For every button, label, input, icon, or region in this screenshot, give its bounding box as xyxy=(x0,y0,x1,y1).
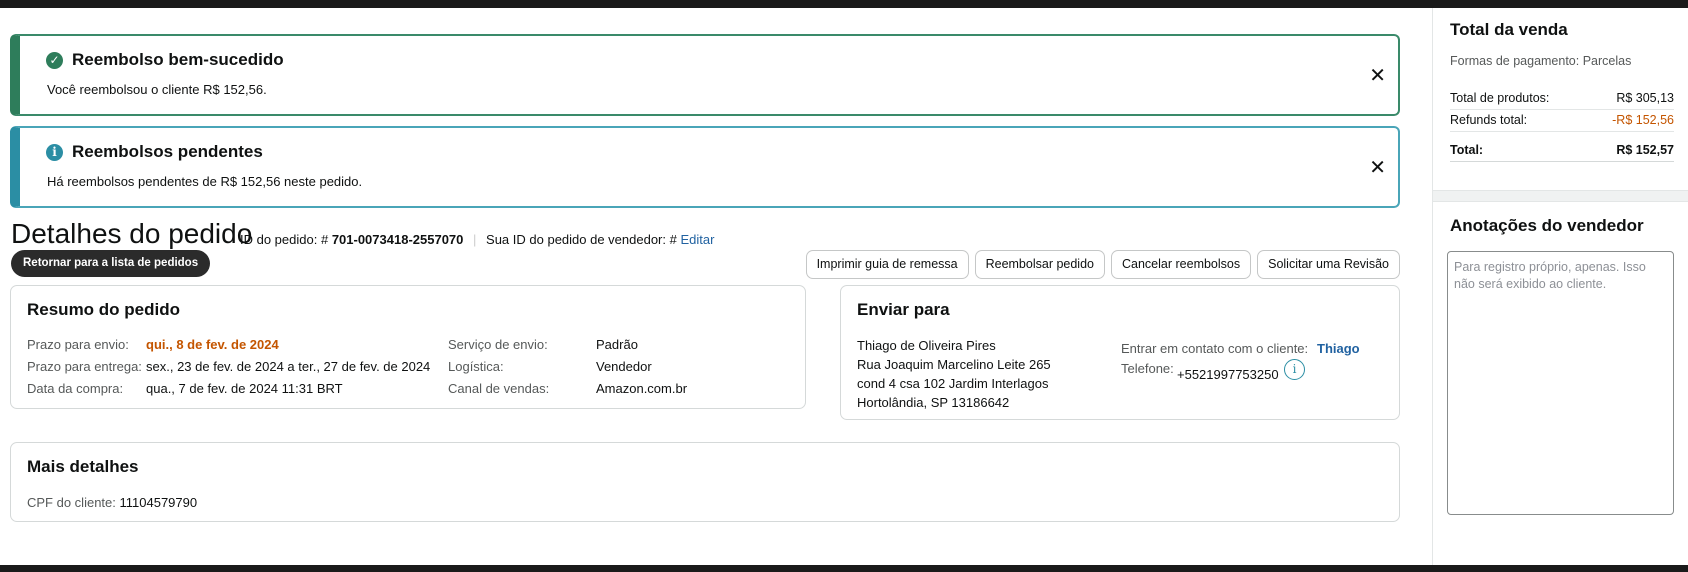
fulfillment-label: Logística: xyxy=(448,359,504,374)
row-value: -R$ 152,56 xyxy=(1612,113,1674,127)
info-icon: i xyxy=(46,144,63,161)
close-icon[interactable]: ✕ xyxy=(1369,63,1386,88)
back-to-orders-button[interactable]: Retornar para a lista de pedidos xyxy=(11,250,211,277)
alert-title: Reembolsos pendentes xyxy=(72,142,263,161)
cpf-label: CPF do cliente: xyxy=(27,495,116,510)
order-id-line: ID do pedido: # 701-0073418-2557070 | Su… xyxy=(240,232,714,247)
refund-order-button[interactable]: Reembolsar pedido xyxy=(974,250,1105,279)
shipping-address: Thiago de Oliveira Pires Rua Joaquim Mar… xyxy=(857,336,1051,412)
deliver-by-label: Prazo para entrega: xyxy=(27,359,142,374)
row-label: Refunds total: xyxy=(1450,113,1528,127)
row-label: Total: xyxy=(1450,143,1484,157)
alert-title: Reembolso bem-sucedido xyxy=(72,50,284,69)
seller-notes-title: Anotações do vendedor xyxy=(1450,216,1644,235)
shipping-service-label: Serviço de envio: xyxy=(448,337,548,352)
row-value: R$ 152,57 xyxy=(1616,143,1674,157)
card-title: Resumo do pedido xyxy=(27,300,180,319)
address-line: cond 4 csa 102 Jardim Interlagos xyxy=(857,376,1049,391)
address-line: Rua Joaquim Marcelino Leite 265 xyxy=(857,357,1051,372)
edit-link[interactable]: Editar xyxy=(680,232,714,247)
refund-success-alert: ✓ Reembolso bem-sucedido Você reembolsou… xyxy=(10,34,1400,116)
shipping-service-value: Padrão xyxy=(596,337,638,352)
payment-methods: Formas de pagamento: Parcelas xyxy=(1450,54,1632,68)
refund-pending-alert: i Reembolsos pendentes Há reembolsos pen… xyxy=(10,126,1400,208)
products-total-row: Total de produtos: R$ 305,13 xyxy=(1450,91,1674,110)
more-details-card: Mais detalhes CPF do cliente: 1110457979… xyxy=(10,442,1400,522)
order-id-label: ID do pedido: # xyxy=(240,232,329,247)
sidebar: Total da venda Formas de pagamento: Parc… xyxy=(1432,8,1688,565)
sale-total-title: Total da venda xyxy=(1450,20,1568,39)
ship-by-value: qui., 8 de fev. de 2024 xyxy=(146,337,279,352)
contact-buyer-label: Entrar em contato com o cliente: xyxy=(1121,341,1309,356)
contact-buyer-link[interactable]: Thiago xyxy=(1317,341,1360,356)
alert-body: Você reembolsou o cliente R$ 152,56. xyxy=(47,82,267,97)
order-actions: Imprimir guia de remessa Reembolsar pedi… xyxy=(805,250,1400,279)
phone-number: +5521997753250 xyxy=(1177,367,1279,382)
ship-by-label: Prazo para envio: xyxy=(27,337,129,352)
purchase-date-value: qua., 7 de fev. de 2024 11:31 BRT xyxy=(146,381,343,396)
order-summary-card: Resumo do pedido Prazo para envio: qui.,… xyxy=(10,285,806,409)
address-line: Hortolândia, SP 13186642 xyxy=(857,395,1010,410)
request-review-button[interactable]: Solicitar uma Revisão xyxy=(1257,250,1400,279)
print-packing-slip-button[interactable]: Imprimir guia de remessa xyxy=(805,250,969,279)
row-label: Total de produtos: xyxy=(1450,91,1550,105)
seller-notes-textarea[interactable] xyxy=(1447,251,1674,515)
info-icon[interactable]: i xyxy=(1284,359,1305,380)
page: ✓ Reembolso bem-sucedido Você reembolsou… xyxy=(0,8,1688,565)
cpf-value: 11104579790 xyxy=(119,495,198,510)
main-content: ✓ Reembolso bem-sucedido Você reembolsou… xyxy=(0,8,1432,565)
cancel-refunds-button[interactable]: Cancelar reembolsos xyxy=(1111,250,1252,279)
card-title: Enviar para xyxy=(857,300,950,319)
close-icon[interactable]: ✕ xyxy=(1369,155,1386,180)
order-id: 701-0073418-2557070 xyxy=(331,232,464,247)
grand-total-row: Total: R$ 152,57 xyxy=(1450,143,1674,162)
sales-channel-label: Canal de vendas: xyxy=(448,381,550,396)
purchase-date-label: Data da compra: xyxy=(27,381,124,396)
ship-to-card: Enviar para Thiago de Oliveira Pires Rua… xyxy=(840,285,1400,420)
cpf-line: CPF do cliente: 11104579790 xyxy=(27,495,197,510)
sales-channel-value: Amazon.com.br xyxy=(596,381,688,396)
separator: | xyxy=(473,232,477,247)
row-value: R$ 305,13 xyxy=(1616,91,1674,105)
section-divider xyxy=(1433,190,1688,202)
phone-label: Telefone: xyxy=(1121,361,1174,376)
seller-order-id-label: Sua ID do pedido de vendedor: # xyxy=(486,232,677,247)
page-title: Detalhes do pedido xyxy=(11,218,253,249)
fulfillment-value: Vendedor xyxy=(596,359,652,374)
refunds-total-row: Refunds total: -R$ 152,56 xyxy=(1450,113,1674,132)
deliver-by-value: sex., 23 de fev. de 2024 a ter., 27 de f… xyxy=(146,359,431,374)
alert-body: Há reembolsos pendentes de R$ 152,56 nes… xyxy=(47,174,363,189)
card-title: Mais detalhes xyxy=(27,457,139,476)
address-line: Thiago de Oliveira Pires xyxy=(857,338,996,353)
check-circle-icon: ✓ xyxy=(46,52,63,69)
